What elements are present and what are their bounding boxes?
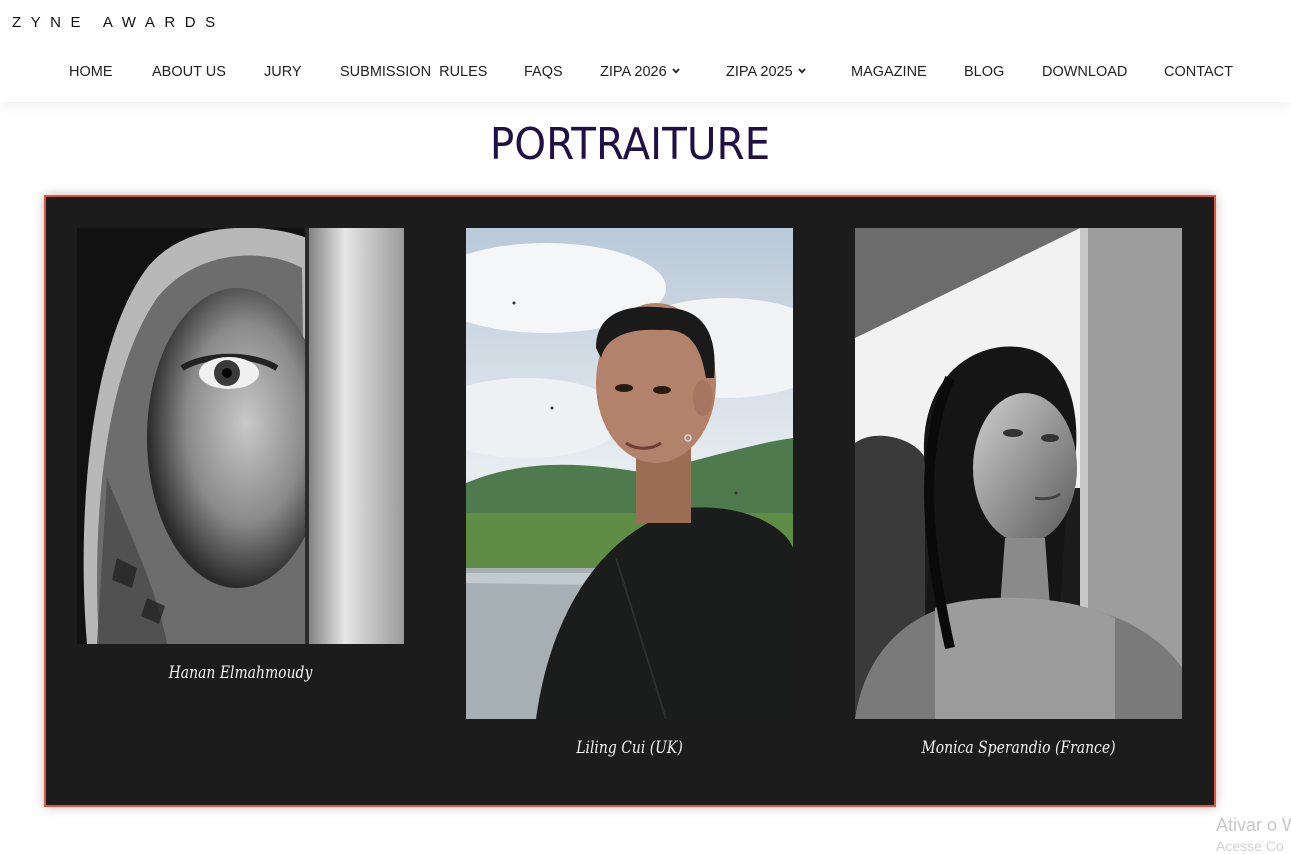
site-header: ZYNE AWARDS HOME ABOUT US JURY SUBMISSIO… bbox=[0, 0, 1291, 102]
nav-jury[interactable]: JURY bbox=[264, 62, 302, 82]
nav-zipa-2026[interactable]: ZIPA 2026 bbox=[600, 62, 680, 82]
nav-zipa-2025-label: ZIPA 2025 bbox=[726, 64, 793, 80]
nav-blog[interactable]: BLOG bbox=[964, 62, 1004, 82]
main-nav: HOME ABOUT US JURY SUBMISSION RULES FAQS… bbox=[0, 62, 1291, 82]
nav-about-us[interactable]: ABOUT US bbox=[152, 62, 226, 82]
photo-hanan-elmahmoudy[interactable] bbox=[77, 228, 404, 644]
caption: Hanan Elmahmoudy bbox=[168, 663, 313, 683]
activation-watermark: Ativar o W bbox=[1216, 815, 1291, 835]
nav-home[interactable]: HOME bbox=[69, 62, 113, 82]
nav-magazine[interactable]: MAGAZINE bbox=[851, 62, 927, 82]
nav-download[interactable]: DOWNLOAD bbox=[1042, 62, 1127, 82]
caption: Monica Sperandio (France) bbox=[921, 738, 1116, 758]
photo-liling-cui[interactable] bbox=[466, 228, 793, 719]
activation-watermark-sub: Acesse Co bbox=[1216, 838, 1284, 854]
portrait-gallery: Hanan Elmahmoudy Liling Cui (UK) Monica … bbox=[44, 195, 1216, 807]
nav-contact[interactable]: CONTACT bbox=[1164, 62, 1233, 82]
nav-faqs[interactable]: FAQS bbox=[524, 62, 563, 82]
caption: Liling Cui (UK) bbox=[576, 738, 683, 758]
site-logo[interactable]: ZYNE AWARDS bbox=[12, 14, 225, 31]
chevron-down-icon bbox=[671, 68, 680, 74]
nav-zipa-2026-label: ZIPA 2026 bbox=[600, 64, 667, 80]
page-title: PORTRAITURE bbox=[489, 119, 771, 170]
chevron-down-icon bbox=[797, 68, 806, 74]
photo-monica-sperandio[interactable] bbox=[855, 228, 1182, 719]
nav-zipa-2025[interactable]: ZIPA 2025 bbox=[726, 62, 806, 82]
nav-submission-rules[interactable]: SUBMISSION RULES bbox=[340, 62, 487, 82]
